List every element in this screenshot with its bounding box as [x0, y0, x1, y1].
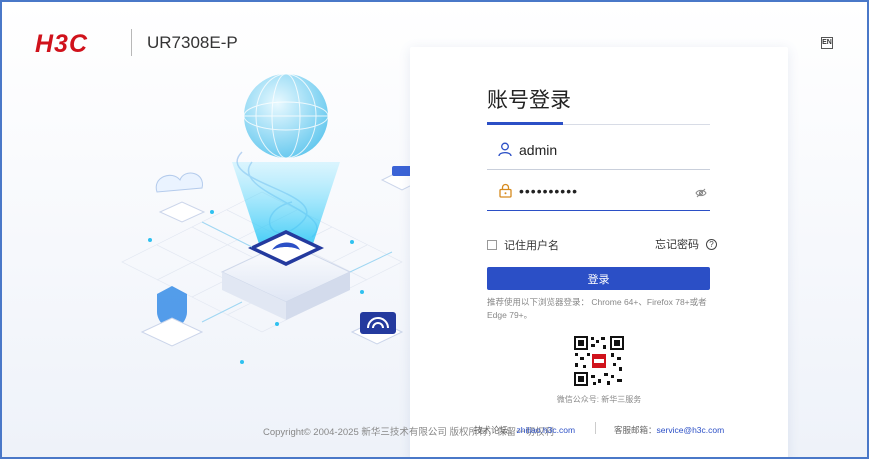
- login-title: 账号登录: [487, 89, 571, 112]
- service-email: 客服邮箱：service@h3c.com: [614, 424, 724, 436]
- service-email-label: 客服邮箱：: [614, 425, 657, 435]
- support-forum-label: 技术论坛：: [474, 425, 517, 435]
- username-field[interactable]: [487, 130, 710, 170]
- h3c-logo: H3C: [35, 30, 89, 58]
- password-field[interactable]: [487, 171, 710, 211]
- support-forum-link[interactable]: zhiliao.h3c.com: [517, 425, 576, 435]
- login-card: 账号登录 admin •••••••••• 记住用户名 忘记密码 ? 登录 推荐…: [410, 47, 788, 457]
- remember-checkbox[interactable]: [487, 240, 497, 250]
- forgot-password-link[interactable]: 忘记密码 ?: [655, 236, 717, 252]
- language-switch-button[interactable]: EN: [821, 37, 833, 49]
- network-illustration: [121, 73, 422, 364]
- remember-label: 记住用户名: [504, 240, 559, 252]
- wechat-label: 微信公众号: 新华三服务: [556, 395, 642, 404]
- device-model: UR7308E-P: [147, 33, 238, 52]
- remember-username[interactable]: 记住用户名: [487, 237, 559, 253]
- page-frame: H3C UR7308E-P EN 账号登录 admin •••••••••• 记…: [0, 0, 869, 459]
- browser-tip: 推荐使用以下浏览器登录： Chrome 64+、Firefox 78+或者Edg…: [487, 297, 707, 320]
- user-icon: [496, 141, 514, 159]
- title-underline-active: [487, 122, 563, 125]
- footer-divider: [595, 422, 596, 434]
- login-button[interactable]: 登录: [487, 267, 710, 290]
- lock-icon: [496, 182, 514, 200]
- question-circle-icon: ?: [706, 238, 717, 250]
- support-forum: 技术论坛：zhiliao.h3c.com: [474, 424, 575, 436]
- wechat-qr-code: [573, 335, 625, 387]
- forgot-password-label: 忘记密码: [655, 239, 699, 251]
- header-divider: [131, 29, 132, 56]
- service-email-link[interactable]: service@h3c.com: [657, 425, 725, 435]
- eye-off-icon[interactable]: [695, 185, 707, 198]
- username-input[interactable]: [519, 141, 689, 158]
- password-input[interactable]: [519, 182, 689, 199]
